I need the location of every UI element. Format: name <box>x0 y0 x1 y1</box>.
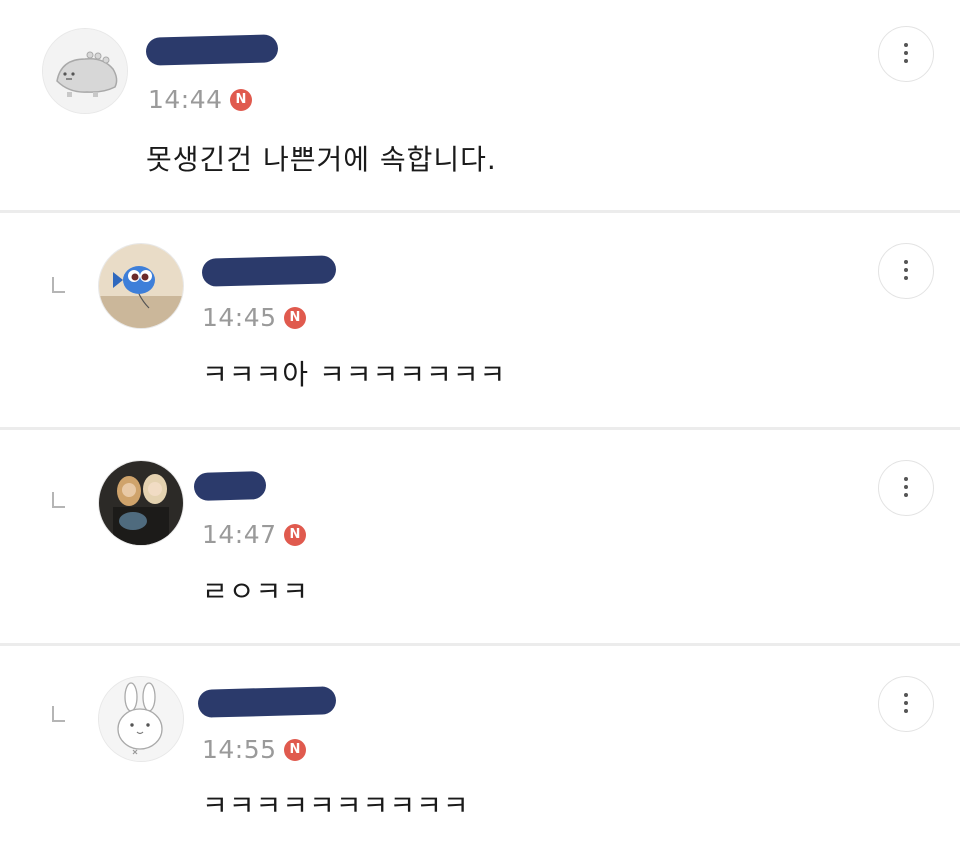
avatar[interactable] <box>42 28 128 114</box>
comment-item: 14:44 N 못생긴건 나쁜거에 속합니다. <box>0 0 960 210</box>
comment-text: 못생긴건 나쁜거에 속합니다. <box>146 143 497 176</box>
more-options-button[interactable] <box>878 460 934 516</box>
avatar[interactable] <box>98 460 184 546</box>
comment-time: 14:55 <box>202 735 277 764</box>
more-options-button[interactable] <box>878 676 934 732</box>
comment-time: 14:47 <box>202 520 277 549</box>
comment-reply-item: 14:47 N ㄹㅇㅋㅋ <box>0 430 960 643</box>
comment-time: 14:45 <box>202 303 277 332</box>
comment-text: ㅋㅋㅋㅋㅋㅋㅋㅋㅋㅋ <box>202 789 470 822</box>
cartoon-creature-icon <box>43 29 127 113</box>
comment-time: 14:44 <box>148 85 223 114</box>
more-vertical-icon <box>904 477 908 501</box>
more-vertical-icon <box>904 693 908 717</box>
username-redacted <box>145 34 279 66</box>
more-vertical-icon <box>904 43 908 67</box>
comment-reply-item: 14:45 N ㅋㅋㅋ아 ㅋㅋㅋㅋㅋㅋㅋ <box>0 213 960 427</box>
more-options-button[interactable] <box>878 26 934 82</box>
comment-text: ㅋㅋㅋ아 ㅋㅋㅋㅋㅋㅋㅋ <box>202 358 507 391</box>
bunny-icon <box>99 677 183 761</box>
comment-text: ㄹㅇㅋㅋ <box>202 575 310 608</box>
new-badge: N <box>284 739 306 761</box>
username-redacted <box>197 686 337 718</box>
avatar[interactable] <box>98 676 184 762</box>
more-options-button[interactable] <box>878 243 934 299</box>
new-badge: N <box>284 307 306 329</box>
new-badge: N <box>284 524 306 546</box>
reply-arrow-icon <box>52 492 65 508</box>
username-redacted <box>193 471 267 501</box>
reply-arrow-icon <box>52 706 65 722</box>
username-redacted <box>201 255 337 287</box>
avatar[interactable] <box>98 243 184 329</box>
more-vertical-icon <box>904 260 908 284</box>
blue-fish-icon <box>99 244 183 328</box>
comment-reply-item: 14:55 N ㅋㅋㅋㅋㅋㅋㅋㅋㅋㅋ <box>0 646 960 860</box>
new-badge: N <box>230 89 252 111</box>
photo-avatar <box>99 461 183 545</box>
reply-arrow-icon <box>52 277 65 293</box>
